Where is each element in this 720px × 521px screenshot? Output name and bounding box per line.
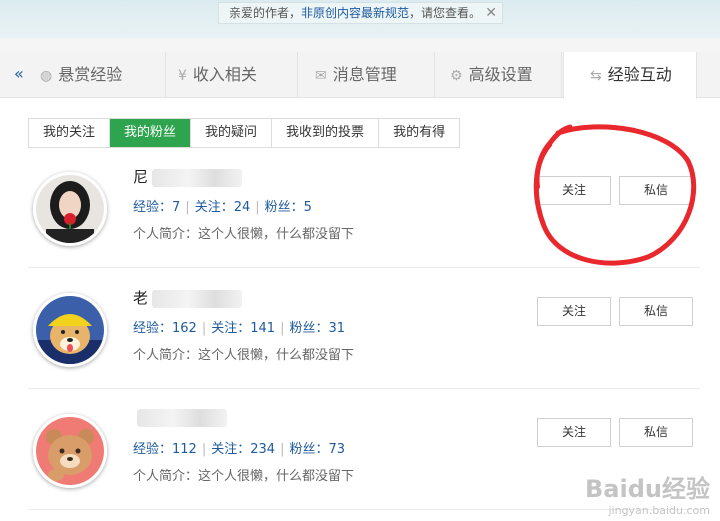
avatar[interactable] — [33, 414, 107, 488]
avatar-image — [36, 296, 104, 364]
avatar-image — [36, 417, 104, 485]
exchange-icon: ⇆ — [590, 68, 602, 84]
fans-label: 粉丝： — [289, 442, 329, 457]
user-name[interactable] — [133, 408, 227, 427]
fans-label: 粉丝： — [264, 200, 304, 215]
exp-label: 经验： — [133, 321, 173, 336]
notice-link[interactable]: 非原创内容最新规范 — [301, 6, 409, 20]
subtab-gains[interactable]: 我的有得 — [379, 119, 460, 147]
follow-button[interactable]: 关注 — [537, 297, 611, 326]
notice-suffix: ，请您查看。 — [409, 6, 482, 20]
exp-value[interactable]: 162 — [172, 321, 197, 336]
fans-value[interactable]: 5 — [304, 200, 312, 215]
yen-icon: ¥ — [178, 68, 187, 84]
notice-banner: 亲爱的作者，非原创内容最新规范，请您查看。 ✕ — [218, 2, 503, 24]
follow-label: 关注： — [211, 442, 251, 457]
user-stats: 经验：162 | 关注：141 | 粉丝：31 — [133, 317, 345, 336]
fans-label: 粉丝： — [289, 321, 329, 336]
tab-label: 高级设置 — [468, 65, 533, 84]
divider: | — [255, 200, 260, 215]
divider: | — [201, 442, 207, 457]
main-panel: « ◍ 悬赏经验 ¥ 收入相关 ✉ 消息管理 ⚙ 高级设置 ⇆ 经验互动 我的关注 我的粉… — [0, 52, 720, 521]
gear-icon: ⚙ — [450, 68, 463, 84]
subtab-following[interactable]: 我的关注 — [29, 119, 111, 147]
tab-interaction[interactable]: ⇆ 经验互动 — [563, 52, 697, 99]
reward-icon: ◍ — [40, 68, 53, 84]
user-bio: 个人简介：这个人很懒，什么都没留下 — [133, 348, 355, 363]
name-blur — [137, 408, 227, 427]
tab-label: 悬赏经验 — [58, 65, 123, 84]
fans-value[interactable]: 73 — [328, 442, 345, 457]
tab-reward[interactable]: ◍ 悬赏经验 — [40, 52, 166, 98]
name-blur — [152, 168, 243, 187]
message-button[interactable]: 私信 — [619, 176, 693, 205]
avatar[interactable] — [33, 293, 107, 367]
list-item: 尼 经验：7 | 关注：24 | 粉丝：5 个人简介：这个人很懒，什么都没留下 关注 私… — [28, 150, 700, 268]
name-blur — [152, 289, 243, 308]
message-button[interactable]: 私信 — [619, 297, 693, 326]
avatar-image — [36, 175, 104, 243]
avatar[interactable] — [33, 172, 107, 246]
main-tabs: « ◍ 悬赏经验 ¥ 收入相关 ✉ 消息管理 ⚙ 高级设置 ⇆ 经验互动 — [0, 52, 720, 99]
tab-messages[interactable]: ✉ 消息管理 — [315, 52, 435, 98]
follow-value[interactable]: 24 — [234, 200, 251, 215]
follow-label: 关注： — [194, 200, 234, 215]
follow-value[interactable]: 234 — [250, 442, 275, 457]
subtab-fans[interactable]: 我的粉丝 — [110, 119, 192, 147]
tab-label: 收入相关 — [192, 65, 257, 84]
divider: | — [185, 200, 190, 215]
tab-label: 消息管理 — [332, 65, 397, 84]
exp-label: 经验： — [133, 442, 173, 457]
fans-value[interactable]: 31 — [328, 321, 345, 336]
follow-button[interactable]: 关注 — [537, 176, 611, 205]
notice-prefix: 亲爱的作者， — [229, 6, 302, 20]
message-button[interactable]: 私信 — [619, 418, 693, 447]
watermark-url: jingyan.baidu.com — [608, 504, 710, 517]
sub-tabs: 我的关注 我的粉丝 我的疑问 我收到的投票 我的有得 — [28, 118, 461, 148]
user-bio: 个人简介：这个人很懒，什么都没留下 — [133, 227, 355, 242]
user-stats: 经验：7 | 关注：24 | 粉丝：5 — [133, 196, 312, 215]
tab-advanced[interactable]: ⚙ 高级设置 — [450, 52, 562, 98]
notice-bar: 亲爱的作者，非原创内容最新规范，请您查看。 ✕ — [0, 0, 720, 38]
exp-value[interactable]: 7 — [172, 200, 180, 215]
user-name[interactable]: 老 — [133, 287, 243, 308]
exp-label: 经验： — [133, 200, 173, 215]
follow-button[interactable]: 关注 — [537, 418, 611, 447]
subtab-questions[interactable]: 我的疑问 — [191, 119, 273, 147]
close-icon[interactable]: ✕ — [485, 3, 497, 23]
user-stats: 经验：112 | 关注：234 | 粉丝：73 — [133, 438, 345, 457]
user-name-text: 尼 — [133, 168, 149, 186]
divider: | — [201, 321, 207, 336]
tab-label: 经验互动 — [607, 65, 672, 84]
tab-income[interactable]: ¥ 收入相关 — [178, 52, 298, 98]
follow-value[interactable]: 141 — [250, 321, 275, 336]
user-name-text: 老 — [133, 289, 149, 307]
mail-icon: ✉ — [315, 68, 327, 84]
user-bio: 个人简介：这个人很懒，什么都没留下 — [133, 469, 355, 484]
follow-label: 关注： — [211, 321, 251, 336]
watermark-logo: Baidu经验 — [585, 475, 710, 503]
exp-value[interactable]: 112 — [172, 442, 197, 457]
watermark: Baidu经验 jingyan.baidu.com — [585, 469, 710, 517]
divider: | — [280, 321, 285, 336]
divider: | — [280, 442, 285, 457]
user-name[interactable]: 尼 — [133, 166, 243, 187]
list-item: 老 经验：162 | 关注：141 | 粉丝：31 个人简介：这个人很懒，什么都没留下 … — [28, 271, 700, 389]
subtab-votes[interactable]: 我收到的投票 — [272, 119, 380, 147]
tabs-prev-icon[interactable]: « — [14, 64, 24, 83]
